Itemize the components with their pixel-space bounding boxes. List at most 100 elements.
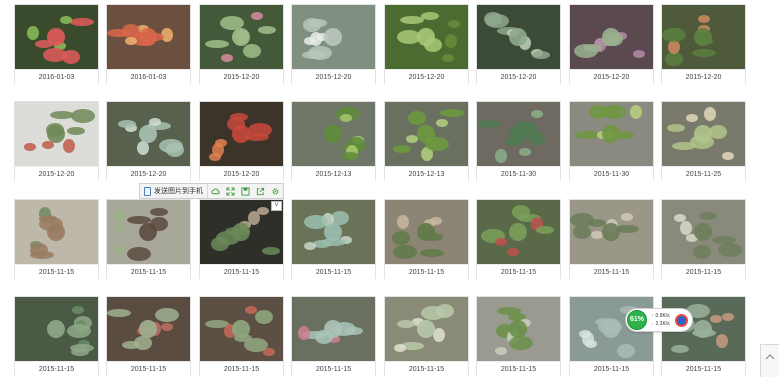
- photo-date-label: 2015-11-15: [477, 264, 560, 280]
- photo-tile[interactable]: 2015-11-15: [291, 199, 376, 280]
- save-image-button[interactable]: [238, 184, 253, 198]
- photo-thumbnail[interactable]: [662, 200, 745, 264]
- photo-tile[interactable]: 2015-11-15: [569, 199, 654, 280]
- photo-thumbnail[interactable]: [292, 297, 375, 361]
- settings-button[interactable]: [268, 184, 283, 198]
- photo-date-label: 2015-12-20: [15, 166, 98, 182]
- app-logo-icon: [675, 314, 688, 327]
- photo-tile[interactable]: 2016-01-03: [14, 4, 99, 85]
- share-image-button[interactable]: [253, 184, 268, 198]
- speed-readouts: ↑ 0.9K/s ↓ 2.3K/s: [651, 312, 670, 328]
- photo-thumbnail[interactable]: [107, 200, 190, 264]
- photo-thumbnail[interactable]: [15, 5, 98, 69]
- chevron-down-icon[interactable]: ˅: [271, 201, 282, 211]
- photo-thumbnail[interactable]: [15, 200, 98, 264]
- photo-thumbnail[interactable]: [477, 297, 560, 361]
- photo-tile[interactable]: 2015-12-20: [661, 4, 746, 85]
- photo-tile[interactable]: 2015-12-20: [291, 4, 376, 85]
- photo-date-label: 2015-12-13: [292, 166, 375, 182]
- photo-date-label: 2015-11-15: [107, 361, 190, 377]
- photo-date-label: 2015-11-15: [107, 264, 190, 280]
- photo-tile[interactable]: 2015-11-30: [476, 101, 561, 182]
- photo-tile[interactable]: 2015-12-20: [14, 101, 99, 182]
- photo-tile[interactable]: 2015-12-20: [199, 4, 284, 85]
- photo-tile[interactable]: 2015-12-20: [569, 4, 654, 85]
- photo-date-label: 2015-11-15: [385, 264, 468, 280]
- photo-thumbnail[interactable]: [570, 200, 653, 264]
- photo-date-label: 2015-12-20: [385, 69, 468, 85]
- photo-tile[interactable]: 2015-12-20: [384, 4, 469, 85]
- photo-date-label: 2015-11-15: [570, 361, 653, 377]
- photo-date-label: 2015-11-15: [292, 361, 375, 377]
- network-speed-widget[interactable]: 61% ↑ 0.9K/s ↓ 2.3K/s: [625, 308, 693, 332]
- photo-thumbnail[interactable]: [292, 102, 375, 166]
- photo-date-label: 2015-11-15: [200, 361, 283, 377]
- photo-date-label: 2015-11-15: [662, 361, 745, 377]
- photo-tile[interactable]: 2015-11-15: [476, 199, 561, 280]
- photo-tile[interactable]: 2015-11-15: [384, 199, 469, 280]
- photo-thumbnail[interactable]: [662, 102, 745, 166]
- photo-date-label: 2015-11-30: [570, 166, 653, 182]
- photo-tile[interactable]: 2015-12-20: [106, 101, 191, 182]
- photo-tile[interactable]: 2015-12-20: [199, 101, 284, 182]
- photo-date-label: 2015-11-15: [292, 264, 375, 280]
- photo-date-label: 2015-12-13: [385, 166, 468, 182]
- photo-thumbnail[interactable]: [477, 200, 560, 264]
- photo-thumbnail[interactable]: [107, 102, 190, 166]
- photo-thumbnail[interactable]: [15, 297, 98, 361]
- photo-thumbnail[interactable]: [385, 200, 468, 264]
- photo-tile[interactable]: 2015-11-15: [14, 199, 99, 280]
- photo-thumbnail[interactable]: [107, 297, 190, 361]
- photo-thumbnail[interactable]: [292, 200, 375, 264]
- photo-thumbnail[interactable]: [385, 297, 468, 361]
- photo-tile[interactable]: 2015-11-15: [199, 199, 284, 280]
- back-to-top-button[interactable]: [760, 344, 779, 377]
- photo-tile[interactable]: 2015-11-30: [569, 101, 654, 182]
- photo-thumbnail[interactable]: [200, 5, 283, 69]
- photo-tile[interactable]: 2015-11-15: [106, 296, 191, 377]
- photo-date-label: 2015-11-15: [15, 264, 98, 280]
- photo-thumbnail[interactable]: [385, 5, 468, 69]
- photo-thumbnail[interactable]: [570, 5, 653, 69]
- photo-tile[interactable]: 2015-11-15: [199, 296, 284, 377]
- cloud-upload-button[interactable]: [208, 184, 223, 198]
- photo-tile[interactable]: 2015-11-15: [476, 296, 561, 377]
- send-to-phone-button[interactable]: 发送图片到手机: [140, 184, 208, 198]
- photo-thumbnail[interactable]: [477, 102, 560, 166]
- photo-date-label: 2015-11-15: [662, 264, 745, 280]
- photo-thumbnail[interactable]: [477, 5, 560, 69]
- photo-tile[interactable]: 2015-11-25: [661, 101, 746, 182]
- send-to-phone-label: 发送图片到手机: [154, 188, 203, 195]
- photo-date-label: 2015-12-20: [477, 69, 560, 85]
- photo-date-label: 2016-01-03: [107, 69, 190, 85]
- photo-tile[interactable]: 2015-11-15: [384, 296, 469, 377]
- fullscreen-button[interactable]: [223, 184, 238, 198]
- share-icon: [256, 187, 265, 195]
- save-icon: [241, 186, 250, 196]
- photo-tile[interactable]: 2015-11-15: [291, 296, 376, 377]
- download-arrow-icon: ↓: [651, 321, 654, 327]
- photo-tile[interactable]: 2015-12-13: [384, 101, 469, 182]
- photo-thumbnail[interactable]: [107, 5, 190, 69]
- photo-thumbnail[interactable]: [570, 102, 653, 166]
- photo-tile[interactable]: 2015-12-13: [291, 101, 376, 182]
- photo-thumbnail[interactable]: [385, 102, 468, 166]
- photo-tile[interactable]: 2015-11-15: [14, 296, 99, 377]
- download-speed: 2.3K/s: [655, 321, 670, 327]
- photo-thumbnail[interactable]: [200, 102, 283, 166]
- photo-date-label: 2015-12-20: [200, 166, 283, 182]
- photo-tile[interactable]: 2015-12-20: [476, 4, 561, 85]
- photo-date-label: 2015-12-20: [570, 69, 653, 85]
- photo-date-label: 2015-12-20: [107, 166, 190, 182]
- photo-thumbnail[interactable]: [662, 5, 745, 69]
- photo-date-label: 2015-12-20: [200, 69, 283, 85]
- photo-date-label: 2016-01-03: [15, 69, 98, 85]
- photo-tile[interactable]: 2015-11-15: [106, 199, 191, 280]
- photo-tile[interactable]: 2016-01-03: [106, 4, 191, 85]
- upload-speed: 0.9K/s: [655, 313, 670, 319]
- photo-thumbnail[interactable]: [15, 102, 98, 166]
- photo-date-label: 2015-12-20: [662, 69, 745, 85]
- photo-thumbnail[interactable]: [292, 5, 375, 69]
- photo-thumbnail[interactable]: [200, 297, 283, 361]
- photo-tile[interactable]: 2015-11-15: [661, 199, 746, 280]
